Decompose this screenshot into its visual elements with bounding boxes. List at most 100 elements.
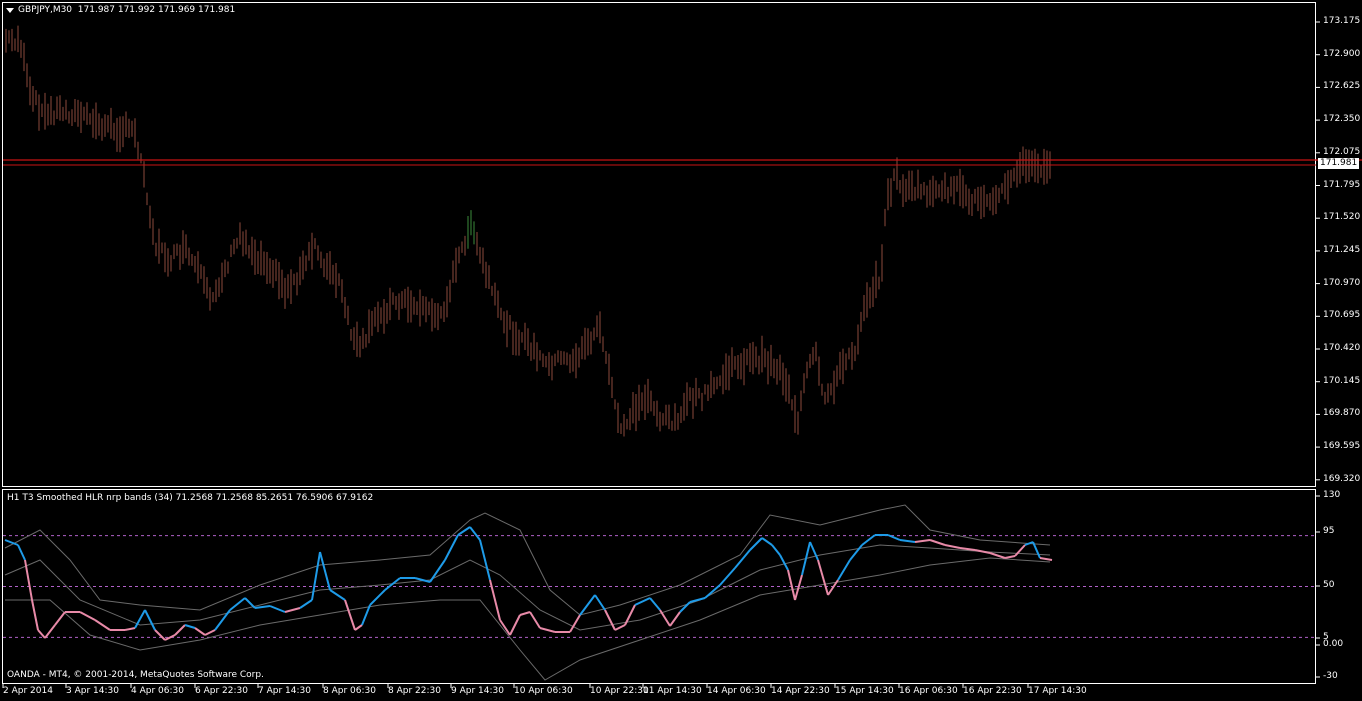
time-axis-label: 9 Apr 14:30: [451, 686, 504, 696]
time-axis-label: 14 Apr 06:30: [707, 686, 766, 696]
indicator-segment: [529, 611, 541, 629]
indicator-axis-ticks: [1316, 495, 1320, 678]
price-axis-label: 172.625: [1323, 81, 1361, 92]
indicator-segment: [1014, 544, 1026, 557]
indicator-segment: [429, 559, 446, 583]
indicator-axis-label: 50: [1323, 580, 1335, 590]
indicator-segment: [649, 597, 661, 611]
indicator-segment: [229, 597, 246, 611]
indicator-segment: [444, 534, 459, 561]
indicator-segment: [861, 534, 876, 546]
chart-window[interactable]: [0, 0, 1362, 701]
price-bars: [5, 25, 1051, 437]
price-axis-label: 172.350: [1323, 114, 1361, 125]
indicator-segment: [614, 624, 626, 631]
indicator-segment: [254, 605, 271, 609]
indicator-segment: [344, 599, 356, 631]
indicator-segment: [54, 611, 66, 626]
time-axis-label: 16 Apr 22:30: [963, 686, 1022, 696]
indicator-band-middle: [4, 544, 1051, 631]
indicator-segment: [354, 624, 363, 631]
indicator-segment: [469, 526, 481, 541]
indicator-segment: [124, 627, 136, 631]
indicator-levels: [3, 535, 1315, 638]
indicator-segment: [519, 611, 531, 616]
indicator-segment: [719, 567, 736, 586]
chart-menu-arrow-icon[interactable]: [6, 8, 14, 13]
indicator-segment: [311, 551, 321, 601]
price-axis-label: 170.695: [1323, 310, 1361, 321]
price-axis-label: 172.075: [1323, 146, 1361, 157]
indicator-segment: [1024, 541, 1034, 546]
indicator-segment: [24, 559, 33, 601]
indicator-segment: [771, 544, 781, 556]
time-axis-label: 10 Apr 06:30: [514, 686, 573, 696]
indicator-segment: [319, 551, 331, 591]
indicator-segment: [44, 624, 56, 639]
price-axis-label: 171.795: [1323, 179, 1361, 190]
indicator-segment: [669, 611, 681, 627]
time-axis-label: 8 Apr 22:30: [388, 686, 441, 696]
time-axis-label: 14 Apr 22:30: [771, 686, 830, 696]
indicator-segment: [369, 589, 386, 606]
indicator-segment: [194, 627, 206, 636]
indicator-segment: [989, 552, 1006, 559]
indicator-segment: [794, 574, 803, 601]
time-axis-label: 17 Apr 14:30: [1028, 686, 1087, 696]
indicator-segment: [1004, 555, 1016, 559]
price-axis-label: 173.175: [1323, 16, 1361, 26]
ohlc-values: 171.987 171.992 171.969 171.981: [77, 5, 236, 15]
price-axis-label: 170.970: [1323, 277, 1361, 288]
symbol-label: GBPJPY,M30 171.987 171.992 171.969 171.9…: [18, 5, 235, 15]
time-axis-label: 10 Apr 22:30: [590, 686, 649, 696]
indicator-segment: [837, 559, 851, 581]
price-axis-label: 172.900: [1323, 48, 1361, 59]
indicator-segment: [539, 627, 556, 633]
time-axis-label: 7 Apr 14:30: [258, 686, 311, 696]
horizontal-lines[interactable]: [3, 159, 1362, 166]
time-axis-label: 3 Apr 14:30: [66, 686, 119, 696]
indicator-segment: [849, 544, 863, 561]
indicator-axis-label: 0.00: [1323, 639, 1344, 649]
time-axis-label: 16 Apr 06:30: [899, 686, 958, 696]
indicator-band-lower: [5, 557, 1051, 681]
indicator-segment: [79, 611, 96, 621]
indicator-segment: [801, 541, 811, 576]
indicator-segment: [817, 559, 829, 596]
indicator-segment: [479, 539, 491, 581]
indicator-segment: [154, 629, 166, 641]
indicator-segment: [594, 594, 606, 611]
time-axis-label: 4 Apr 06:30: [131, 686, 184, 696]
indicator-segment: [457, 526, 471, 536]
indicator-segment: [299, 599, 313, 609]
indicator-segment: [37, 629, 46, 639]
indicator-segment: [779, 554, 789, 571]
indicator-segment: [899, 539, 916, 543]
indicator-segment: [204, 629, 216, 636]
indicator-segment: [284, 607, 301, 613]
indicator-segment: [31, 599, 39, 631]
indicator-segment: [761, 537, 773, 546]
current-price-tag: 171.981: [1318, 158, 1360, 169]
price-axis-label: 171.245: [1323, 244, 1361, 255]
indicator-segment: [17, 544, 26, 561]
indicator-segment: [174, 624, 186, 636]
indicator-axis-label: 130: [1323, 490, 1341, 500]
indicator-segment: [827, 579, 839, 596]
indicator-segment: [329, 589, 346, 601]
indicator-title: H1 T3 Smoothed HLR nrp bands (34) 71.256…: [7, 493, 374, 503]
indicator-segment: [929, 539, 946, 546]
indicator-segment: [244, 597, 256, 609]
price-axis-label: 169.595: [1323, 441, 1361, 452]
time-axis-label: 2 Apr 2014: [3, 686, 53, 696]
indicator-segment: [214, 609, 231, 631]
price-panel[interactable]: [2, 2, 1316, 487]
indicator-segment: [94, 619, 111, 631]
symbol: GBPJPY,M30: [18, 5, 73, 15]
time-axis-label: 11 Apr 14:30: [643, 686, 702, 696]
indicator-axis-label: 95: [1323, 526, 1335, 536]
price-axis-label: 170.145: [1323, 375, 1361, 386]
indicator-segment: [144, 609, 156, 631]
indicator-segment: [509, 614, 521, 636]
indicator-segment: [1039, 557, 1053, 561]
